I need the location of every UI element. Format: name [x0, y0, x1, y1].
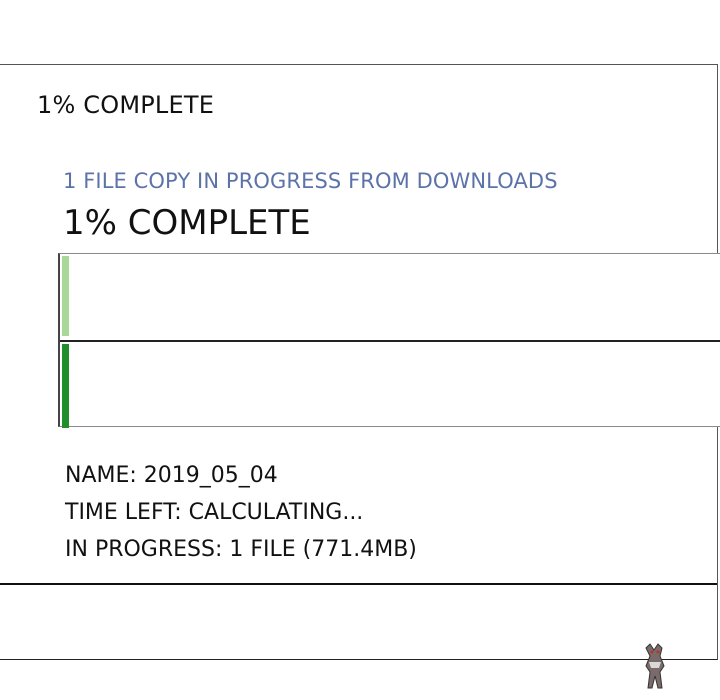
dialog-footer — [0, 583, 717, 659]
progress-bar-overall — [60, 254, 720, 338]
file-copy-dialog: 1% COMPLETE 1 FILE COPY IN PROGRESS FROM… — [0, 64, 720, 660]
file-name-text: NAME: 2019_05_04 — [65, 463, 278, 488]
character-logo-icon — [645, 643, 665, 689]
time-left-text: TIME LEFT: CALCULATING... — [65, 500, 364, 525]
transfer-speed-graph — [58, 253, 720, 428]
screen: 1% COMPLETE 1 FILE COPY IN PROGRESS FROM… — [0, 0, 720, 700]
progress-bar-current — [60, 344, 720, 428]
progress-fill-overall — [62, 256, 69, 336]
dialog-title: 1% COMPLETE — [37, 91, 215, 119]
progress-fill-current — [62, 344, 69, 428]
items-in-progress-text: IN PROGRESS: 1 FILE (771.4MB) — [65, 537, 417, 562]
copy-status-subtitle: 1 FILE COPY IN PROGRESS FROM DOWNLOADS — [63, 169, 558, 193]
percent-complete-label: 1% COMPLETE — [63, 203, 311, 243]
copy-details: NAME: 2019_05_04 TIME LEFT: CALCULATING.… — [65, 457, 417, 568]
graph-divider — [60, 340, 720, 342]
